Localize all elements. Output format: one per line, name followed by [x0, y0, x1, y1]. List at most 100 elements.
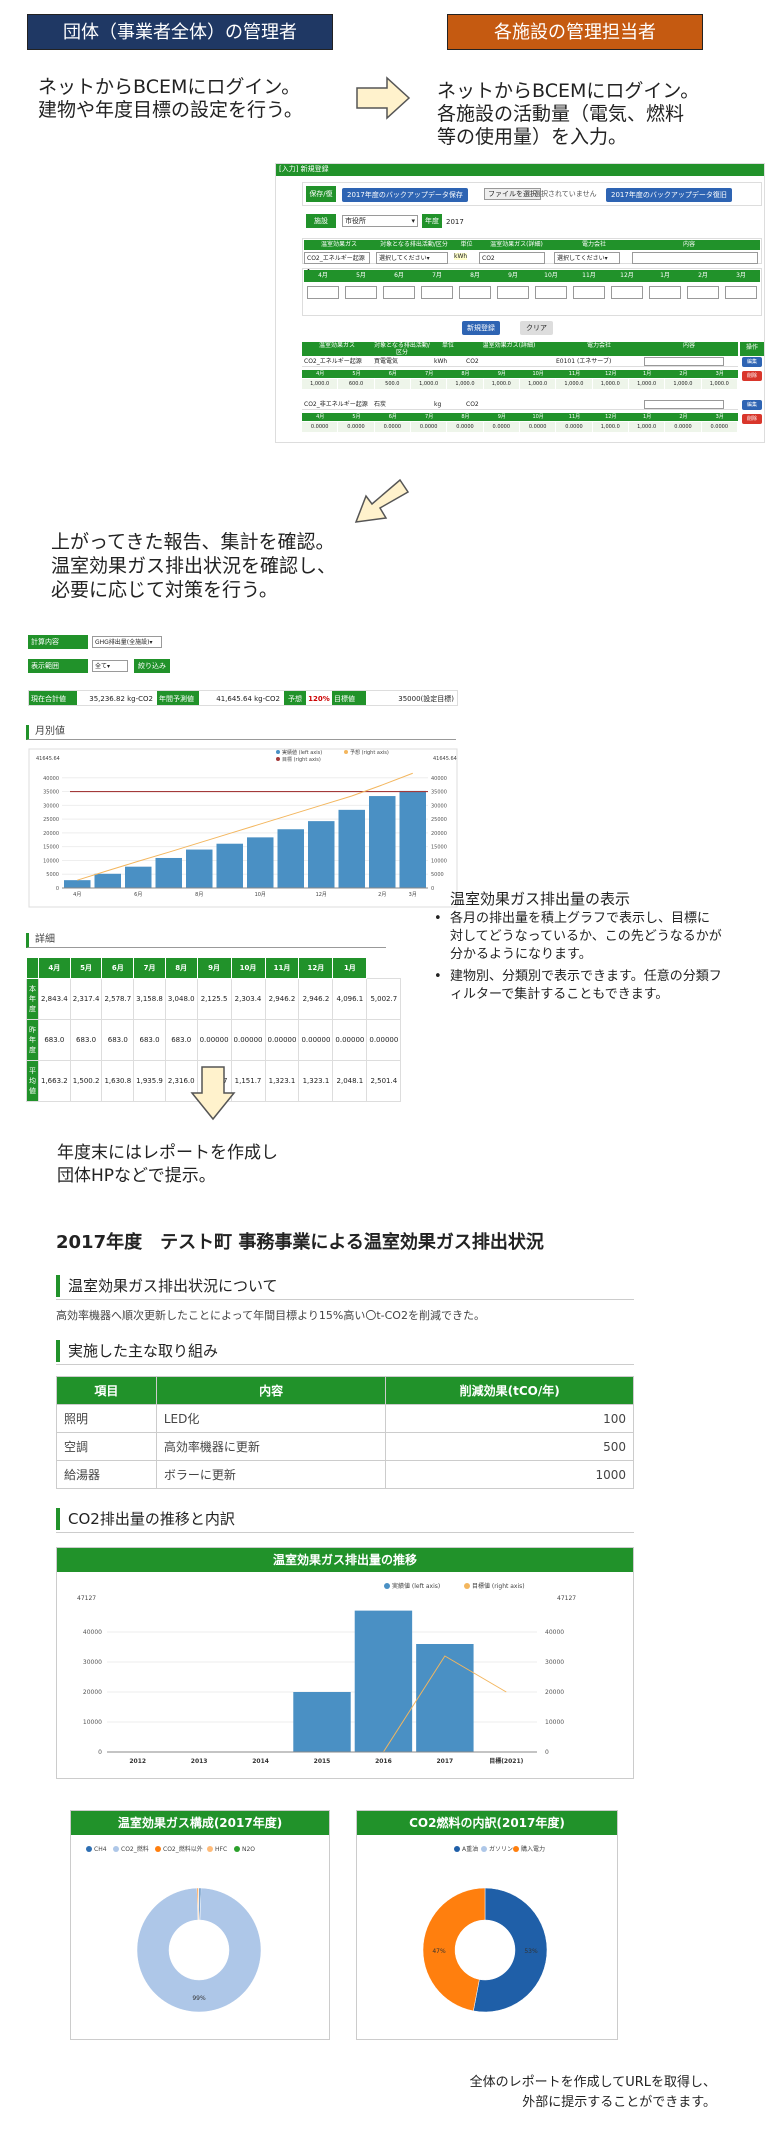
actions-cell-effect: 500 — [385, 1432, 634, 1461]
ghg-note-item: 建物別、分類別で表示できます。任意の分類フィルターで集計することもできます。 — [432, 968, 722, 1004]
monthly-bar — [277, 829, 304, 888]
down-left-arrow-icon — [354, 478, 410, 523]
month-value-input[interactable] — [497, 286, 529, 299]
ghg-note-item: 各月の排出量を積上グラフで表示し、目標に対してどうなっているか、この先どうなるか… — [432, 910, 722, 964]
target-value: 35000(設定目標) — [398, 695, 454, 703]
detail-cell: 2,125.5 — [196, 978, 232, 1020]
x-tick-label: 2017 — [437, 1758, 454, 1765]
entry-month-value: 0.0000 — [702, 422, 738, 432]
month-value-input[interactable] — [307, 286, 339, 299]
entry-content-input[interactable] — [644, 400, 724, 409]
ghg-composition-title: 温室効果ガス構成(2017年度) — [71, 1811, 329, 1835]
ghg-notes-title: 温室効果ガス排出量の表示 — [450, 890, 631, 908]
month-value-input[interactable] — [459, 286, 491, 299]
month-value-input[interactable] — [345, 286, 377, 299]
detail-row-label: 昨年度 — [26, 1019, 39, 1061]
actions-row: 照明 LED化 100 — [56, 1404, 634, 1433]
actions-header-row: 項目 内容 削減効果(tCO/年) — [56, 1376, 634, 1405]
entry-month-value: 0.0000 — [375, 422, 411, 432]
forecast-pct: 120% — [308, 695, 330, 703]
org-login-text: ネットからBCEMにログイン。 建物や年度目標の設定を行う。 — [38, 76, 303, 121]
entry-month-label: 11月 — [568, 414, 581, 420]
actions-row: 空調 高効率機器に更新 500 — [56, 1432, 634, 1461]
monthly-bar — [186, 849, 213, 888]
entry-month-value: 1,000.0 — [593, 379, 629, 389]
x-tick-label: 6月 — [134, 892, 142, 898]
actions-cell-item: 空調 — [56, 1432, 157, 1461]
entry-month-values: 1,000.0 600.0 500.0 1,000.0 1,000.0 1,000.0 1,… — [302, 379, 738, 389]
entry-cell-detail: CO2 — [466, 358, 479, 365]
register-button[interactable]: 新規登録 — [462, 321, 500, 335]
month-value-input[interactable] — [649, 286, 681, 299]
month-value-input[interactable] — [535, 286, 567, 299]
y-tick-label: 25000 — [43, 817, 59, 823]
detail-header-row: 4月 5月 6月 7月 8月 9月 10月 11月 12月 1月 — [26, 957, 401, 979]
entry-month-value: 1,000.0 — [302, 379, 339, 389]
input-header-row: 温室効果ガス 対象となる排出活動/区分 単位 温室効果ガス(詳細) 電力会社 内… — [304, 240, 760, 250]
y-tick-label: 20000 — [43, 831, 59, 837]
entry-month-value: 600.0 — [338, 379, 375, 389]
company-select[interactable]: 選択してください▾ — [554, 252, 620, 264]
gas-select[interactable]: CO2_エネルギー起源▾ — [304, 252, 370, 273]
backup-save-button[interactable]: 2017年度のバックアップデータ保存 — [342, 188, 468, 202]
entry-content-input[interactable] — [644, 357, 724, 366]
x-tick-label: 2012 — [129, 1758, 146, 1765]
entry-month-value: 1,000.0 — [447, 379, 484, 389]
month-header: 3月 — [736, 272, 746, 279]
range-select[interactable]: 全て▾ — [92, 660, 128, 672]
detail-cell: 0.00000 — [298, 1019, 334, 1061]
detail-cell: 2,946.2 — [264, 978, 300, 1020]
x-tick-label: 目標(2021) — [489, 1757, 523, 1765]
clear-button[interactable]: クリア — [520, 321, 553, 335]
activity-select[interactable]: 選択してください▾ — [376, 252, 448, 264]
gas-detail-select[interactable]: CO2 — [479, 252, 545, 264]
month-value-input[interactable] — [687, 286, 719, 299]
filter-button[interactable]: 絞り込み — [134, 659, 170, 673]
detail-cell: 1,323.1 — [264, 1060, 300, 1102]
monthly-inputs: 4月 5月 6月 7月 8月 9月 10月 11月 12月 1月 2月 3月 — [304, 270, 760, 310]
x-tick-label: 4月 — [73, 892, 81, 898]
legend-label: CH4 — [94, 1846, 107, 1853]
month-value-input[interactable] — [573, 286, 605, 299]
entry-month-label: 8月 — [461, 371, 470, 377]
right-arrow-icon — [356, 76, 411, 120]
detail-cell: 2,501.4 — [366, 1060, 402, 1102]
trend-bar — [293, 1692, 351, 1752]
detail-cell: 3,048.0 — [164, 978, 198, 1020]
month-value-input[interactable] — [611, 286, 643, 299]
pie-slice — [197, 1887, 200, 1921]
detail-header-cell: 11月 — [264, 957, 300, 979]
entry-row: CO2_非エネルギー起源 石炭 kg CO2 — [302, 400, 738, 410]
y2-tick-label: 25000 — [431, 817, 447, 823]
actions-cell-content: ボラーに更新 — [155, 1460, 387, 1489]
month-value-input[interactable] — [421, 286, 453, 299]
delete-button[interactable]: 削除 — [742, 371, 762, 381]
delete-button[interactable]: 削除 — [742, 414, 762, 424]
backup-restore-button[interactable]: 2017年度のバックアップデータ復旧 — [606, 188, 732, 202]
month-value-input[interactable] — [725, 286, 757, 299]
edit-button[interactable]: 編集 — [742, 357, 762, 367]
dashboard-filters: 計算内容 GHG排出量(全施設)▾ 表示範囲 全て▾ 絞り込み — [28, 635, 458, 675]
entry-month-label: 7月 — [425, 414, 434, 420]
edit-button[interactable]: 編集 — [742, 400, 762, 410]
legend-label: 購入電力 — [521, 1845, 545, 1853]
detail-row: 昨年度 683.0 683.0 683.0 683.0 683.0 0.00000 0.000… — [26, 1019, 402, 1061]
file-select-button[interactable]: ファイルを選択 — [484, 188, 541, 200]
y2-tick-label: 30000 — [545, 1659, 564, 1666]
entry-month-label: 3月 — [715, 371, 724, 377]
org-admin-role-header: 団体（事業者全体）の管理者 — [27, 14, 333, 50]
entry-list: CO2_エネルギー起源 買電電気 kWh CO2 E0101 (エネサーブ) 4月 5月 6月… — [302, 357, 764, 443]
unit-value: kWh — [454, 253, 468, 260]
pie-slice-label: 99% — [192, 1995, 206, 2002]
detail-cell: 0.00000 — [332, 1019, 368, 1061]
input-screen: [入力] 新規登録 保存/復旧 2017年度のバックアップデータ保存 ファイルを… — [275, 163, 765, 443]
detail-cell: 5,002.7 — [366, 978, 402, 1020]
content-input[interactable] — [632, 252, 758, 264]
legend-label: N2O — [242, 1846, 255, 1853]
detail-cell: 2,946.2 — [298, 978, 334, 1020]
month-value-input[interactable] — [383, 286, 415, 299]
calc-select[interactable]: GHG排出量(全施設)▾ — [92, 636, 162, 648]
facility-select[interactable]: 市役所 ▾ — [342, 215, 418, 227]
y2-tick-label: 10000 — [545, 1719, 564, 1726]
detail-cell: 1,663.2 — [38, 1060, 71, 1102]
